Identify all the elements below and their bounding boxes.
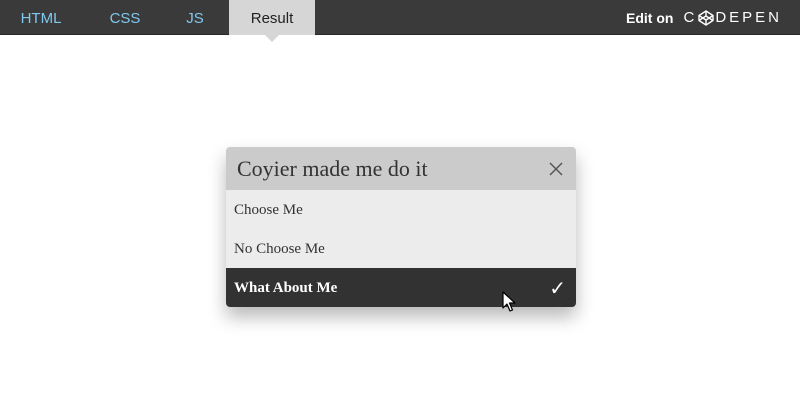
- dropdown-title: Coyier made me do it: [237, 156, 428, 181]
- codepen-logo-c: C: [683, 9, 698, 26]
- codepen-logo: C DEPEN: [683, 9, 782, 26]
- selected-option-label: What About Me: [234, 280, 338, 296]
- codepen-logo-icon: [698, 9, 715, 26]
- edit-on-label: Edit on: [626, 9, 674, 26]
- codepen-topbar: HTML CSS JS Result Edit on C DEPEN: [0, 0, 800, 42]
- dropdown-header[interactable]: Coyier made me do it: [226, 147, 576, 190]
- close-icon[interactable]: [548, 161, 564, 177]
- dropdown-option-what-about-me[interactable]: What About Me ✓: [226, 268, 576, 307]
- edit-on-codepen-link[interactable]: Edit on C DEPEN: [626, 0, 782, 35]
- codepen-logo-rest: DEPEN: [715, 9, 782, 26]
- mouse-pointer-icon: [502, 291, 516, 312]
- tab-html[interactable]: HTML: [0, 0, 82, 35]
- dropdown-option-no-choose-me[interactable]: No Choose Me: [226, 229, 576, 268]
- tab-js[interactable]: JS: [168, 0, 222, 35]
- tab-css[interactable]: CSS: [82, 0, 168, 35]
- dropdown-option-choose-me[interactable]: Choose Me: [226, 190, 576, 229]
- checkmark-icon: ✓: [549, 276, 566, 300]
- custom-dropdown: Coyier made me do it Choose Me No Choose…: [226, 147, 576, 307]
- tab-result[interactable]: Result: [229, 0, 315, 42]
